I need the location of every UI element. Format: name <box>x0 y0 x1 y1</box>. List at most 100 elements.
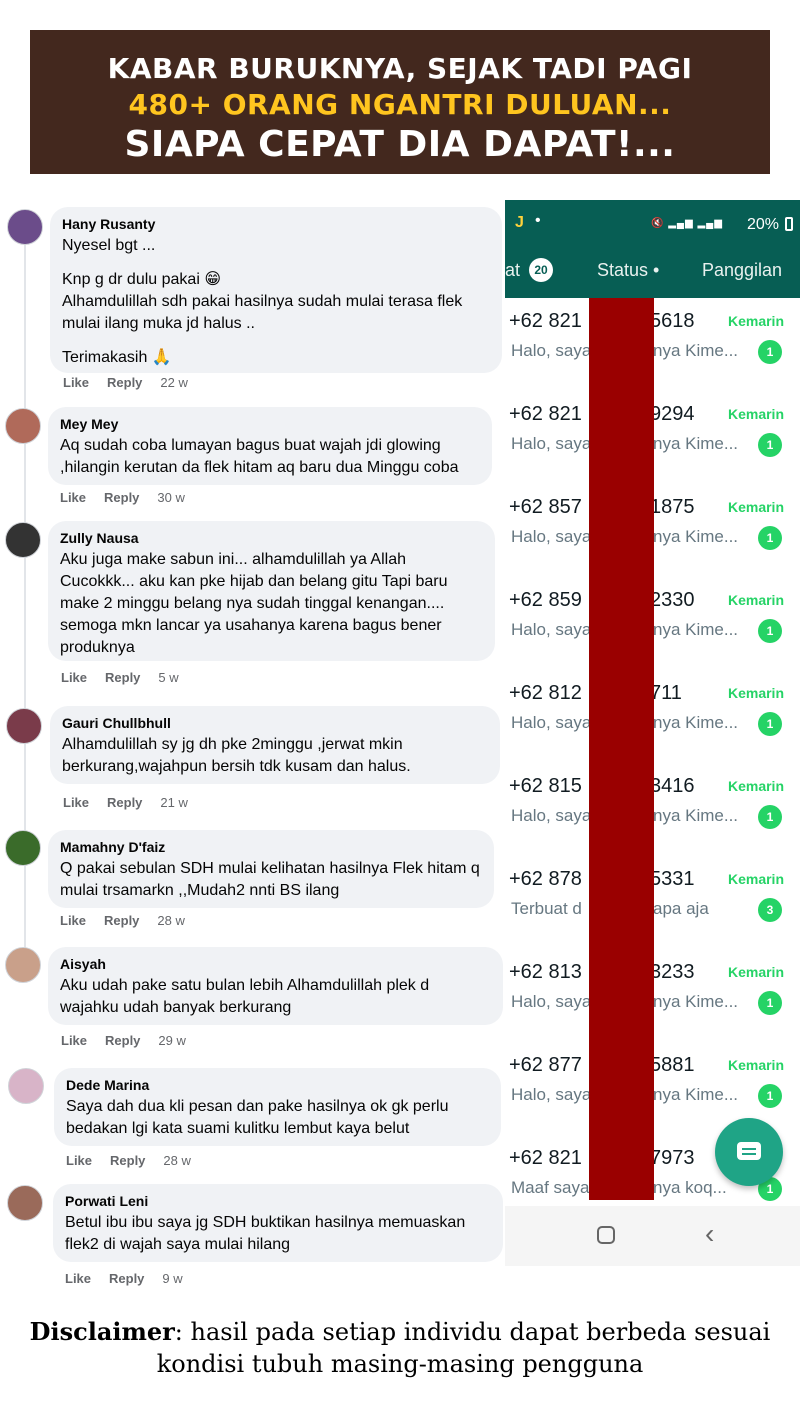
reply-button[interactable]: Reply <box>105 1033 140 1048</box>
unread-count: 3 <box>758 898 782 922</box>
unread-count: 1 <box>758 991 782 1015</box>
chat-preview-end: nya Kime... <box>653 1085 739 1104</box>
new-chat-button[interactable] <box>715 1118 783 1186</box>
avatar[interactable] <box>5 522 41 558</box>
comment-time[interactable]: 22 w <box>160 375 187 390</box>
chat-date: Kemarin <box>727 499 784 515</box>
tab-status[interactable]: Status • <box>597 260 659 281</box>
chat-date: Kemarin <box>727 778 784 794</box>
comment-author[interactable]: Dede Marina <box>66 1076 489 1094</box>
chat-preview-end: nya Kime... <box>653 992 739 1011</box>
unread-count: 1 <box>758 1084 782 1108</box>
comment-author[interactable]: Porwati Leni <box>65 1192 491 1210</box>
whatsapp-tabs: at 20 Status • Panggilan <box>505 248 800 298</box>
like-button[interactable]: Like <box>60 490 86 505</box>
like-button[interactable]: Like <box>63 375 89 390</box>
comment-actions: Like Reply 29 w <box>61 1033 204 1048</box>
disclaimer-text: : hasil pada setiap individu dapat berbe… <box>174 1318 771 1346</box>
disclaimer-text-2: kondisi tubuh masing-masing pengguna <box>156 1350 644 1378</box>
comment-bubble: Hany Rusanty Nyesel bgt ... Knp g dr dul… <box>50 207 502 373</box>
chat-number: +62 877 <box>509 1054 582 1076</box>
like-button[interactable]: Like <box>66 1153 92 1168</box>
notification-dot-icon: • <box>535 212 541 229</box>
reply-button[interactable]: Reply <box>107 375 142 390</box>
like-button[interactable]: Like <box>60 913 86 928</box>
like-button[interactable]: Like <box>63 795 89 810</box>
tab-chat[interactable]: at <box>505 260 520 281</box>
chat-date: Kemarin <box>727 964 784 980</box>
comment-author[interactable]: Zully Nausa <box>60 529 483 547</box>
avatar[interactable] <box>7 209 43 245</box>
banner-line-3: SIAPA CEPAT DIA DAPAT!... <box>124 124 676 165</box>
comment-time[interactable]: 28 w <box>163 1153 190 1168</box>
chat-number-end: 3416 <box>650 775 695 797</box>
avatar[interactable] <box>5 408 41 444</box>
chat-preview: Halo, saya <box>511 341 592 360</box>
avatar[interactable] <box>8 1068 44 1104</box>
chat-number: +62 812 <box>509 682 582 704</box>
chat-number-end: 5618 <box>650 310 695 332</box>
comment-time[interactable]: 30 w <box>157 490 184 505</box>
comment-author[interactable]: Gauri Chullbhull <box>62 714 488 732</box>
chat-preview: Halo, saya <box>511 806 592 825</box>
comment-actions: Like Reply 22 w <box>63 375 206 390</box>
chat-preview: Halo, saya <box>511 1085 592 1104</box>
chat-number-end: 9294 <box>650 403 695 425</box>
comment-actions: Like Reply 9 w <box>65 1271 201 1286</box>
chat-number-end: 5331 <box>650 868 695 890</box>
reply-button[interactable]: Reply <box>110 1153 145 1168</box>
comment-actions: Like Reply 30 w <box>60 490 203 505</box>
comment-author[interactable]: Mey Mey <box>60 415 480 433</box>
chat-preview-end: nya Kime... <box>653 806 739 825</box>
signal-icons: 🔇 ▂▄▆ ▂▄▆ <box>651 218 723 229</box>
like-button[interactable]: Like <box>65 1271 91 1286</box>
avatar[interactable] <box>5 947 41 983</box>
chat-date: Kemarin <box>727 685 784 701</box>
chat-preview-end: nya Kime... <box>653 434 739 453</box>
message-icon <box>737 1142 761 1160</box>
like-button[interactable]: Like <box>61 670 87 685</box>
comment-bubble: Gauri Chullbhull Alhamdulillah sy jg dh … <box>50 706 500 784</box>
comment-author[interactable]: Aisyah <box>60 955 491 973</box>
comment-bubble: Porwati Leni Betul ibu ibu saya jg SDH b… <box>53 1184 503 1262</box>
comment-author[interactable]: Mamahny D'faiz <box>60 838 482 856</box>
comment-bubble: Dede Marina Saya dah dua kli pesan dan p… <box>54 1068 501 1146</box>
app-notification-icon: J <box>515 214 524 231</box>
reply-button[interactable]: Reply <box>104 490 139 505</box>
chat-number-end: 1875 <box>650 496 695 518</box>
comment-text: Aku udah pake satu bulan lebih Alhamduli… <box>60 977 430 1016</box>
unread-count: 1 <box>758 526 782 550</box>
disclaimer: Disclaimer: hasil pada setiap individu d… <box>0 1316 800 1380</box>
unread-count: 1 <box>758 712 782 736</box>
disclaimer-line-1: Disclaimer: hasil pada setiap individu d… <box>0 1316 800 1348</box>
tab-calls[interactable]: Panggilan <box>702 260 782 281</box>
reply-button[interactable]: Reply <box>107 795 142 810</box>
comment-time[interactable]: 5 w <box>158 670 178 685</box>
battery-percent: 20% <box>747 216 780 233</box>
avatar[interactable] <box>7 1185 43 1221</box>
comment-time[interactable]: 28 w <box>157 913 184 928</box>
home-square-icon[interactable] <box>597 1226 615 1244</box>
reply-button[interactable]: Reply <box>105 670 140 685</box>
reply-button[interactable]: Reply <box>104 913 139 928</box>
unread-count: 1 <box>758 340 782 364</box>
comment-text: Nyesel bgt ... <box>62 237 156 254</box>
reply-button[interactable]: Reply <box>109 1271 144 1286</box>
comment-time[interactable]: 21 w <box>160 795 187 810</box>
chat-preview-end: nya Kime... <box>653 713 739 732</box>
back-chevron-icon[interactable]: ‹ <box>705 1218 714 1250</box>
chat-date: Kemarin <box>727 406 784 422</box>
comment-author[interactable]: Hany Rusanty <box>62 215 490 233</box>
avatar[interactable] <box>6 708 42 744</box>
chat-preview-end: nya koq... <box>653 1178 727 1197</box>
chat-number: +62 821 <box>509 403 582 425</box>
comment-actions: Like Reply 21 w <box>63 795 206 810</box>
chat-preview-end: nya Kime... <box>653 620 739 639</box>
comment-time[interactable]: 9 w <box>162 1271 182 1286</box>
comment-time[interactable]: 29 w <box>158 1033 185 1048</box>
avatar[interactable] <box>5 830 41 866</box>
comment-actions: Like Reply 28 w <box>66 1153 209 1168</box>
like-button[interactable]: Like <box>61 1033 87 1048</box>
chat-number-end: 3233 <box>650 961 695 983</box>
promo-banner: KABAR BURUKNYA, SEJAK TADI PAGI 480+ ORA… <box>30 30 770 174</box>
